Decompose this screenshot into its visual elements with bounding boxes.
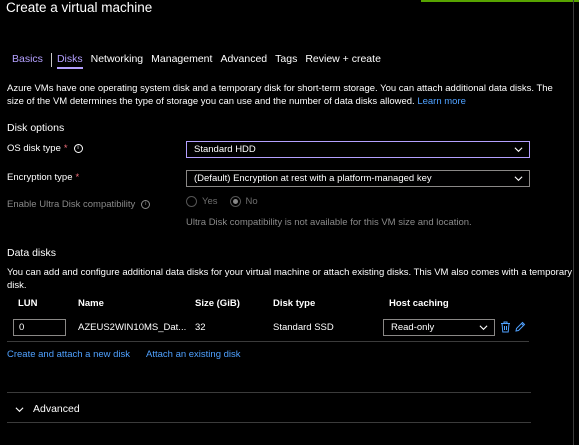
tab-tags[interactable]: Tags <box>275 53 297 69</box>
chevron-down-icon <box>15 406 24 412</box>
intro-text: Azure VMs have one operating system disk… <box>7 83 553 107</box>
create-attach-disk-link[interactable]: Create and attach a new disk <box>7 349 130 360</box>
info-icon[interactable]: i <box>73 144 83 153</box>
os-disk-type-text: OS disk type <box>7 143 61 154</box>
radio-no-label: No <box>245 196 258 207</box>
required-marker: * <box>75 172 80 183</box>
edit-icon[interactable] <box>514 321 526 333</box>
lun-input[interactable]: 0 <box>13 319 66 336</box>
tab-advanced[interactable]: Advanced <box>220 53 267 69</box>
data-disks-description: You can add and configure additional dat… <box>7 267 573 291</box>
tab-separator <box>50 53 52 67</box>
ultra-disk-radio-group: Yes No <box>186 196 270 207</box>
encryption-type-value: (Default) Encryption at rest with a plat… <box>194 173 432 184</box>
column-name: Name <box>78 298 104 309</box>
info-icon[interactable]: i <box>141 200 151 209</box>
disk-options-heading: Disk options <box>7 122 65 134</box>
column-disk-type: Disk type <box>273 298 316 309</box>
page-title: Create a virtual machine <box>6 0 153 15</box>
tab-review-create[interactable]: Review + create <box>305 53 381 69</box>
ultra-disk-text: Enable Ultra Disk compatibility <box>7 199 136 210</box>
os-disk-type-select[interactable]: Standard HDD <box>186 141 530 158</box>
encryption-type-label: Encryption type * <box>7 172 79 183</box>
ultra-disk-label: Enable Ultra Disk compatibility i <box>7 199 151 210</box>
chevron-down-icon <box>514 147 523 153</box>
os-disk-type-label: OS disk type * i <box>7 143 83 154</box>
encryption-type-select[interactable]: (Default) Encryption at rest with a plat… <box>186 170 530 187</box>
radio-no[interactable] <box>229 196 241 207</box>
chevron-down-icon <box>514 176 523 182</box>
disk-name: AZEUS2WIN10MS_Dat... <box>78 322 187 333</box>
column-host-caching: Host caching <box>389 298 449 309</box>
radio-yes-label: Yes <box>202 196 218 207</box>
advanced-section-label: Advanced <box>33 403 80 415</box>
row-divider <box>7 341 529 342</box>
data-disks-heading: Data disks <box>7 247 57 259</box>
advanced-section-toggle[interactable]: Advanced <box>15 403 80 415</box>
tab-management[interactable]: Management <box>151 53 212 69</box>
ultra-disk-hint: Ultra Disk compatibility is not availabl… <box>186 217 472 228</box>
tab-disks[interactable]: Disks <box>56 53 83 69</box>
os-disk-type-value: Standard HDD <box>194 144 256 155</box>
advanced-divider-bottom <box>7 422 531 423</box>
host-caching-select[interactable]: Read-only <box>383 319 495 336</box>
encryption-type-text: Encryption type <box>7 172 73 183</box>
advanced-divider-top <box>7 392 531 393</box>
host-caching-value: Read-only <box>391 322 435 333</box>
disk-size: 32 <box>195 322 206 333</box>
tab-basics[interactable]: Basics <box>12 53 43 69</box>
scrollbar-track <box>573 0 574 445</box>
attach-existing-disk-link[interactable]: Attach an existing disk <box>146 349 241 360</box>
intro-description: Azure VMs have one operating system disk… <box>7 82 572 108</box>
disk-type-value: Standard SSD <box>273 322 334 333</box>
column-lun: LUN <box>18 298 38 309</box>
progress-indicator <box>421 0 579 2</box>
tab-networking[interactable]: Networking <box>91 53 144 69</box>
chevron-down-icon <box>479 325 488 331</box>
required-marker: * <box>63 143 68 154</box>
column-size: Size (GiB) <box>195 298 240 309</box>
radio-yes[interactable] <box>186 196 197 207</box>
delete-icon[interactable] <box>500 321 511 333</box>
tab-bar: Basics Disks Networking Management Advan… <box>12 53 389 69</box>
learn-more-link[interactable]: Learn more <box>417 96 466 107</box>
